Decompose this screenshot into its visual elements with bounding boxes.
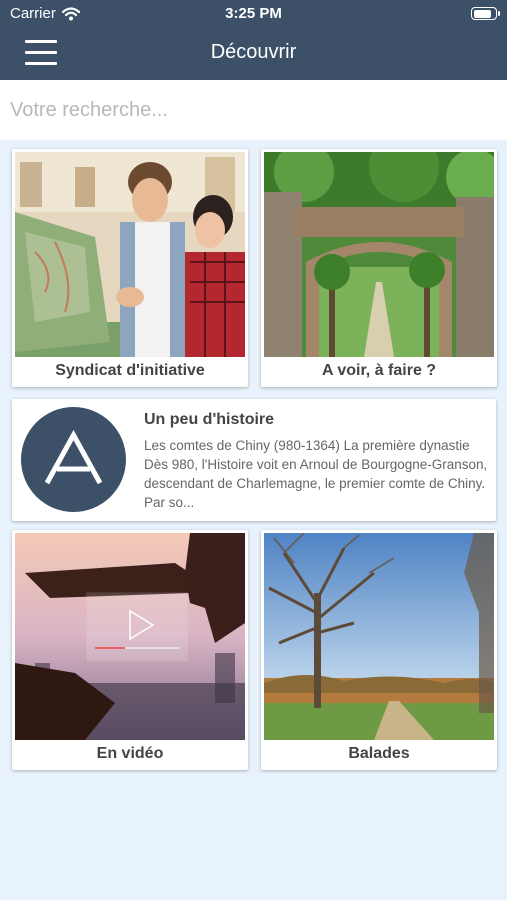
search-input[interactable] (0, 80, 507, 140)
status-bar: Carrier 3:25 PM (0, 0, 507, 28)
tourists-map-image (15, 152, 245, 357)
logo-a-icon (21, 407, 126, 512)
tile-label: Syndicat d'initiative (55, 362, 205, 379)
hamburger-icon-bottom (25, 62, 57, 65)
hamburger-icon-middle (25, 51, 57, 54)
battery-icon (471, 7, 500, 20)
tile-balades[interactable]: Balades (261, 530, 497, 770)
nav-bar: Découvrir (0, 28, 507, 80)
video-frame-hands-image (15, 533, 245, 740)
status-time: 3:25 PM (225, 5, 282, 22)
tile-a-voir[interactable]: A voir, à faire ? (261, 149, 497, 387)
tile-label: A voir, à faire ? (321, 362, 437, 379)
menu-button[interactable] (22, 38, 60, 68)
history-title: Un peu d'histoire (144, 411, 275, 428)
tile-en-video[interactable]: En vidéo (12, 530, 248, 770)
stone-archway-image (264, 152, 494, 357)
history-excerpt: Les comtes de Chiny (980-1364) La premiè… (144, 438, 488, 510)
battery-level (473, 9, 491, 18)
tile-label: En vidéo (96, 745, 164, 762)
tile-label: Balades (348, 745, 410, 762)
page-title: Découvrir (210, 41, 297, 63)
hamburger-icon (25, 40, 57, 43)
tile-syndicat[interactable]: Syndicat d'initiative (12, 149, 248, 387)
countryside-tree-image (264, 533, 494, 740)
history-card[interactable]: Un peu d'histoire Les comtes de Chiny (9… (12, 399, 496, 521)
search-bar (0, 80, 507, 140)
